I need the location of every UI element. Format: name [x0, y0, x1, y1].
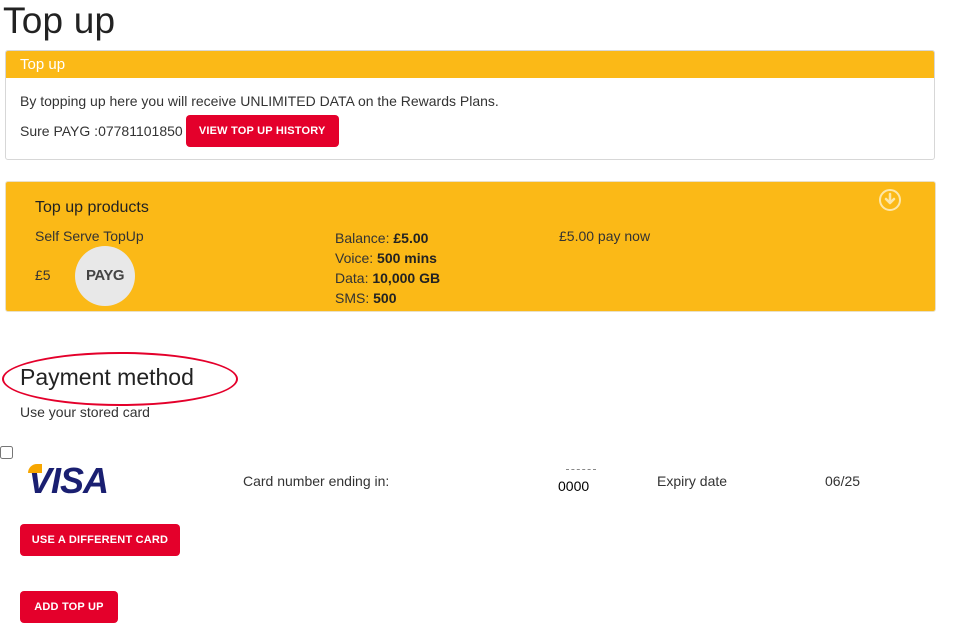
product-name: Self Serve TopUp [35, 228, 144, 244]
topup-panel-header: Top up [6, 51, 934, 78]
card-number-mask [566, 469, 596, 471]
add-topup-button[interactable]: ADD TOP UP [20, 591, 118, 623]
card-number-label: Card number ending in: [243, 473, 390, 489]
pay-now-text: £5.00 pay now [559, 228, 651, 244]
payment-subtitle: Use your stored card [20, 404, 150, 420]
view-topup-history-button[interactable]: VIEW TOP UP HISTORY [185, 115, 339, 147]
data-value: 10,000 GB [372, 270, 441, 286]
balance-label: Balance: [335, 230, 394, 246]
topup-panel: Top up By topping up here you will recei… [5, 50, 935, 160]
visa-logo: VISA [28, 460, 109, 502]
stored-card-checkbox[interactable] [0, 446, 13, 459]
product-price: £5 [35, 267, 51, 283]
products-title: Top up products [35, 199, 149, 216]
page-title: Top up [3, 0, 116, 41]
topup-products-panel: Top up products Self Serve TopUp £5 PAYG… [5, 181, 936, 312]
card-number-value: 0000 [558, 478, 590, 494]
expiry-label: Expiry date [657, 473, 728, 489]
voice-value: 500 mins [377, 250, 437, 266]
payment-method-title: Payment method [20, 364, 194, 390]
sms-value: 500 [373, 290, 397, 306]
use-different-card-button[interactable]: USE A DIFFERENT CARD [20, 524, 180, 556]
visa-swoosh [28, 464, 42, 473]
balance-value: £5.00 [393, 230, 429, 246]
sms-label: SMS: [335, 290, 374, 306]
topup-info-text: By topping up here you will receive UNLI… [20, 93, 499, 109]
data-label: Data: [335, 270, 373, 286]
product-details: Balance: £5.00 Voice: 500 mins Data: 10,… [335, 228, 440, 308]
voice-label: Voice: [335, 250, 378, 266]
account-number: Sure PAYG :07781101850 [20, 123, 183, 139]
payg-badge: PAYG [75, 246, 135, 306]
download-circle-icon[interactable] [879, 189, 901, 211]
expiry-value: 06/25 [825, 473, 861, 489]
